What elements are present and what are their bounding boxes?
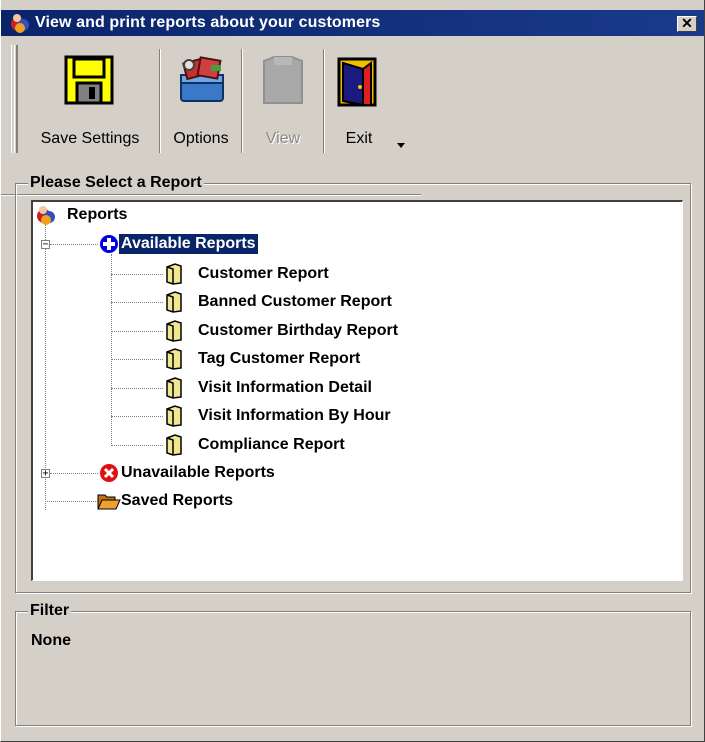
- tree-node-reports[interactable]: Reports: [33, 204, 233, 226]
- tree-node-unavailable-reports[interactable]: Unavailable Reports: [33, 462, 333, 484]
- exit-label: Exit: [345, 130, 373, 147]
- filter-groupbox: [15, 611, 691, 726]
- tree-node-available-reports[interactable]: Available Reports: [33, 233, 333, 255]
- tree-node-report-item[interactable]: Tag Customer Report: [33, 348, 493, 370]
- tree-node-label: Reports: [67, 206, 128, 223]
- title-bar[interactable]: View and print reports about your custom…: [1, 10, 704, 36]
- tree-node-report-item[interactable]: Visit Information By Hour: [33, 405, 493, 427]
- options-button[interactable]: Options: [163, 45, 239, 155]
- toolbar-separator: [323, 49, 325, 153]
- tree-node-label: Banned Customer Report: [198, 293, 392, 310]
- report-folder-icon: [165, 405, 183, 434]
- report-window: View and print reports about your custom…: [0, 0, 705, 742]
- report-folder-icon: [165, 377, 183, 406]
- options-toolbox-icon: [175, 55, 227, 110]
- filter-value: None: [31, 632, 71, 649]
- tree-node-report-item[interactable]: Customer Birthday Report: [33, 320, 493, 342]
- report-folder-icon: [165, 434, 183, 463]
- filter-group-label: Filter: [28, 602, 72, 620]
- close-button[interactable]: ✕: [677, 16, 697, 32]
- save-settings-label: Save Settings: [40, 130, 140, 147]
- tree-node-report-item[interactable]: Visit Information Detail: [33, 377, 493, 399]
- tree-node-report-item[interactable]: Compliance Report: [33, 434, 493, 456]
- tree-node-label: Customer Birthday Report: [198, 322, 399, 339]
- tree-node-label: Visit Information Detail: [198, 379, 372, 396]
- tree-node-label: Tag Customer Report: [198, 350, 361, 367]
- toolbar-separator: [159, 49, 161, 153]
- x-circle-icon: [99, 463, 119, 490]
- toolbar-grip-inner: [14, 45, 18, 153]
- tree-node-report-item[interactable]: Customer Report: [33, 263, 493, 285]
- tree-node-label: Visit Information By Hour: [198, 407, 391, 424]
- open-folder-icon: [97, 491, 121, 518]
- exit-button[interactable]: Exit: [327, 45, 391, 155]
- exit-door-icon: [333, 55, 381, 114]
- report-folder-icon: [165, 348, 183, 377]
- tree-node-report-item[interactable]: Banned Customer Report: [33, 291, 493, 313]
- toolbar-chevron-down-icon[interactable]: [397, 143, 405, 148]
- window-title: View and print reports about your custom…: [35, 14, 381, 31]
- report-tree[interactable]: Reports − Available Reports Customer Rep…: [31, 200, 683, 581]
- view-button[interactable]: View: [245, 45, 321, 155]
- plus-circle-icon: [99, 234, 119, 261]
- tree-node-label: Saved Reports: [121, 492, 234, 509]
- tree-node-label: Unavailable Reports: [121, 464, 275, 481]
- report-folder-icon: [165, 291, 183, 320]
- options-label: Options: [173, 130, 229, 147]
- close-icon: ✕: [681, 15, 693, 31]
- toolbar: Save Settings Options View Exit: [1, 37, 421, 196]
- toolbar-separator: [241, 49, 243, 153]
- report-group-label: Please Select a Report: [28, 174, 204, 192]
- save-settings-button[interactable]: Save Settings: [23, 45, 157, 155]
- view-document-icon: [260, 55, 306, 110]
- tree-node-label: Customer Report: [198, 265, 329, 282]
- app-icon: [9, 13, 31, 33]
- tree-node-label: Compliance Report: [198, 436, 345, 453]
- report-folder-icon: [165, 263, 183, 292]
- tree-node-label: Available Reports: [118, 233, 259, 255]
- view-label: View: [265, 130, 301, 147]
- report-folder-icon: [165, 320, 183, 349]
- floppy-disk-icon: [64, 55, 114, 110]
- tree-node-saved-reports[interactable]: Saved Reports: [33, 490, 333, 512]
- reports-root-icon: [35, 205, 57, 232]
